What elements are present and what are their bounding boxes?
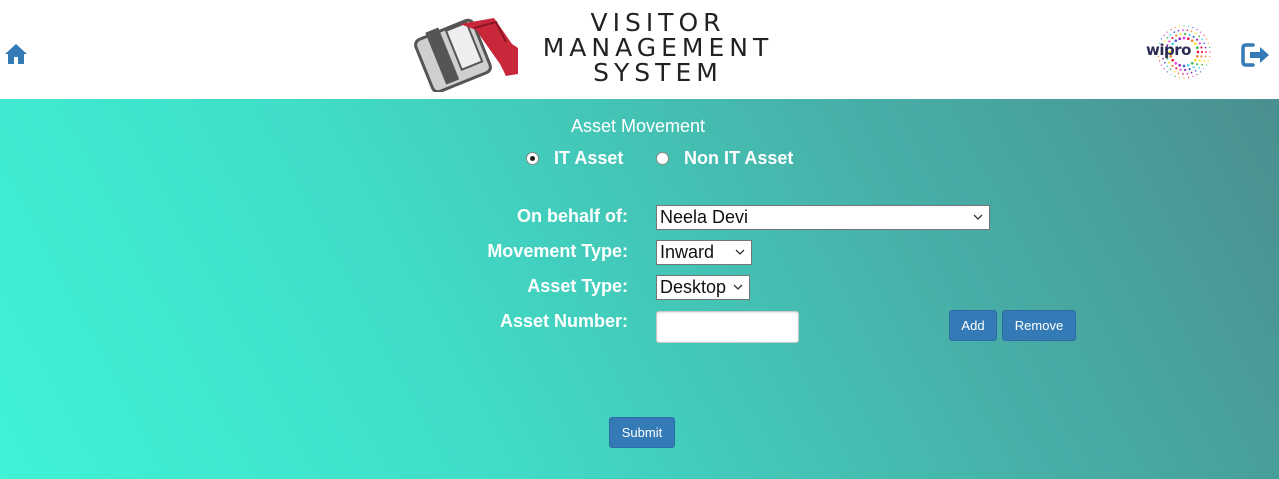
on-behalf-value: Neela Devi: [660, 207, 749, 227]
remove-button[interactable]: Remove: [1002, 310, 1076, 341]
wipro-brand-text: wipro: [1146, 41, 1191, 59]
page-title: Asset Movement: [571, 116, 706, 136]
on-behalf-select[interactable]: Neela Devi: [656, 205, 990, 230]
movement-type-select[interactable]: Inward: [656, 240, 752, 265]
chevron-down-icon: [733, 284, 743, 290]
asset-type-value: Desktop: [660, 277, 727, 297]
home-icon[interactable]: [4, 42, 28, 66]
it-asset-radio[interactable]: [526, 151, 539, 165]
app-logo: VISITOR MANAGEMENT SYSTEM: [414, 10, 786, 92]
non-it-asset-label: Non IT Asset: [684, 147, 794, 168]
chevron-down-icon: [735, 249, 745, 255]
header: VISITOR MANAGEMENT SYSTEM wipro: [0, 0, 1279, 99]
card-logo-icon: [414, 18, 518, 92]
asset-number-input[interactable]: [656, 311, 799, 343]
non-it-asset-radio[interactable]: [656, 151, 669, 165]
logo-wordmark: VISITOR MANAGEMENT SYSTEM: [532, 10, 784, 85]
it-asset-label: IT Asset: [554, 147, 624, 168]
submit-button[interactable]: Submit: [609, 417, 675, 448]
radio-non-it-asset[interactable]: Non IT Asset: [656, 147, 793, 169]
logo-line: VISITOR: [590, 8, 726, 37]
logo-line: SYSTEM: [593, 58, 723, 87]
movement-type-value: Inward: [660, 242, 715, 262]
movement-type-label: Movement Type:: [487, 241, 628, 261]
add-button[interactable]: Add: [949, 310, 997, 341]
asset-movement-panel: Asset Movement IT Asset Non IT Asset On …: [0, 99, 1279, 479]
chevron-down-icon: [973, 214, 983, 220]
asset-type-select[interactable]: Desktop: [656, 275, 750, 300]
asset-number-label: Asset Number:: [499, 311, 628, 331]
asset-type-label: Asset Type:: [527, 276, 628, 296]
on-behalf-label: On behalf of:: [517, 206, 628, 226]
radio-it-asset[interactable]: IT Asset: [526, 147, 623, 169]
logo-line: MANAGEMENT: [542, 33, 774, 62]
sign-out-icon[interactable]: [1241, 42, 1271, 68]
